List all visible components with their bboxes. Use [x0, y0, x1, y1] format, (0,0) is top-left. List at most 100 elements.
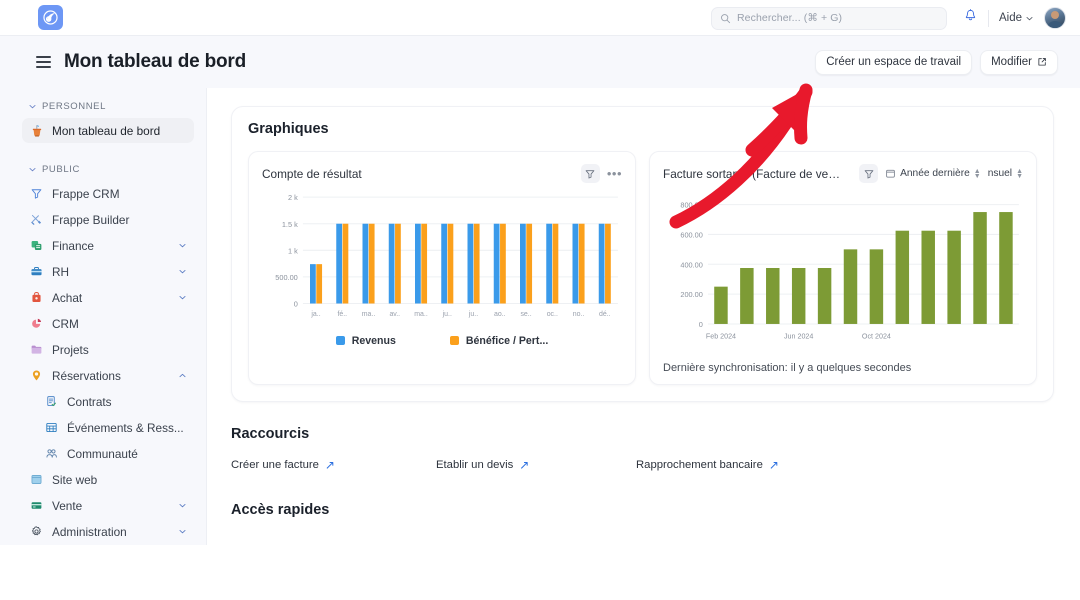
sidebar-item-label: Contrats: [67, 395, 187, 409]
shortcut-label: Rapprochement bancaire: [636, 459, 763, 471]
sidebar-item-label: Événements & Ress...: [67, 421, 187, 435]
sidebar-item-label: Frappe CRM: [52, 187, 187, 201]
sidebar-item-frappe-crm[interactable]: Frappe CRM: [22, 181, 194, 206]
sidebar-section-public[interactable]: PUBLIC: [22, 157, 194, 181]
sidebar-item-label: Projets: [52, 343, 187, 357]
chevron-down-icon[interactable]: [178, 527, 187, 536]
pie-chart-icon: [29, 316, 44, 331]
funnel-icon[interactable]: [859, 164, 878, 183]
svg-text:dé..: dé..: [599, 311, 611, 318]
sidebar-item-label: Réservations: [52, 369, 170, 383]
svg-text:2 k: 2 k: [288, 193, 298, 202]
last-sync-text: Dernière synchronisation: il y a quelque…: [663, 362, 1023, 374]
chevron-down-icon: [28, 165, 37, 174]
chevron-up-icon[interactable]: [178, 371, 187, 380]
svg-text:ja..: ja..: [310, 311, 320, 318]
funnel-icon: [29, 186, 44, 201]
sidebar-item-crm[interactable]: CRM: [22, 311, 194, 336]
svg-text:ju..: ju..: [468, 311, 478, 318]
create-workspace-label: Créer un espace de travail: [826, 56, 961, 68]
finance-icon: [29, 238, 44, 253]
shortcut-creer-une-facture[interactable]: Créer une facture ↗: [231, 458, 436, 472]
ellipsis-icon[interactable]: •••: [607, 167, 622, 180]
legend-swatch: [336, 336, 345, 345]
sidebar-item-communaute[interactable]: Communauté: [22, 441, 194, 466]
sidebar-item-mon-tableau-de-bord[interactable]: Mon tableau de bord: [22, 118, 194, 143]
svg-text:Jun 2024: Jun 2024: [784, 332, 813, 340]
interval-selector[interactable]: nsuel ▲▼: [988, 168, 1023, 179]
charts-card: Graphiques Compte de résultat: [231, 106, 1054, 402]
chevron-down-icon[interactable]: [178, 501, 187, 510]
chart-legend: Revenus Bénéfice / Pert...: [262, 335, 622, 347]
shortcut-etablir-un-devis[interactable]: Etablir un devis ↗: [436, 458, 636, 472]
sidebar-section-personnel[interactable]: PERSONNEL: [22, 94, 194, 118]
calendar-icon: [885, 168, 896, 179]
legend-swatch: [450, 336, 459, 345]
sidebar-item-rh[interactable]: RH: [22, 259, 194, 284]
chart-header: Compte de résultat •••: [262, 164, 622, 183]
gear-icon: [29, 524, 44, 539]
edit-square-icon: [1037, 57, 1047, 67]
chevron-down-icon[interactable]: [178, 293, 187, 302]
chart-plot-area: 0200.00400.00600.00800.00Feb 2024Jun 202…: [663, 191, 1023, 351]
sidebar-item-label: Mon tableau de bord: [52, 124, 187, 138]
document-check-icon: [44, 394, 59, 409]
outgoing-invoice-bar-chart: 0200.00400.00600.00800.00Feb 2024Jun 202…: [663, 191, 1023, 346]
chart-tools: Année dernière ▲▼ nsuel ▲▼: [859, 164, 1023, 183]
shortcut-rapprochement-bancaire[interactable]: Rapprochement bancaire ↗: [636, 458, 779, 472]
sidebar-item-achat[interactable]: Achat: [22, 285, 194, 310]
help-menu[interactable]: Aide: [999, 12, 1034, 24]
bell-icon[interactable]: [963, 8, 978, 28]
sidebar-item-reservations[interactable]: Réservations: [22, 363, 194, 388]
sidebar-spacer: [22, 144, 194, 157]
legend-item-revenus[interactable]: Revenus: [336, 335, 396, 347]
search-icon: [720, 13, 731, 24]
quick-access-section: Accès rapides: [231, 502, 1054, 518]
svg-text:1 k: 1 k: [288, 246, 298, 255]
search-input[interactable]: Rechercher... (⌘ + G): [711, 7, 947, 30]
sidebar-item-projets[interactable]: Projets: [22, 337, 194, 362]
create-workspace-button[interactable]: Créer un espace de travail: [815, 50, 972, 75]
sidebar-item-vente[interactable]: Vente: [22, 493, 194, 518]
svg-text:se..: se..: [520, 311, 531, 318]
topbar-right-cluster: Rechercher... (⌘ + G) Aide: [711, 0, 1066, 36]
sidebar-item-contrats[interactable]: Contrats: [22, 389, 194, 414]
app-logo-icon[interactable]: [38, 5, 63, 30]
chevron-down-icon[interactable]: [178, 267, 187, 276]
sidebar-item-administration[interactable]: Administration: [22, 519, 194, 544]
sidebar-item-label: CRM: [52, 317, 187, 331]
svg-text:Oct 2024: Oct 2024: [862, 332, 891, 340]
shortcuts-heading: Raccourcis: [231, 426, 1054, 442]
chevron-down-icon[interactable]: [178, 241, 187, 250]
sidebar-section-label: PUBLIC: [42, 164, 80, 175]
sidebar-item-label: Vente: [52, 499, 170, 513]
sidebar-item-finance[interactable]: Finance: [22, 233, 194, 258]
funnel-icon[interactable]: [581, 164, 600, 183]
briefcase-icon: [29, 264, 44, 279]
svg-text:av..: av..: [389, 311, 400, 318]
edit-button[interactable]: Modifier: [980, 50, 1058, 75]
stepper-icon: ▲▼: [974, 169, 981, 179]
main-content: Graphiques Compte de résultat: [207, 88, 1080, 545]
avatar[interactable]: [1044, 7, 1066, 29]
sidebar-item-label: Site web: [52, 473, 187, 487]
search-placeholder: Rechercher... (⌘ + G): [737, 12, 842, 24]
chart-card-facture-sortante: Facture sortante (Facture de vente): [649, 151, 1037, 385]
svg-text:500.00: 500.00: [275, 273, 298, 282]
period-selector[interactable]: Année dernière ▲▼: [885, 168, 981, 179]
shortcuts-list: Créer une facture ↗ Etablir un devis ↗ R…: [231, 458, 1054, 472]
charts-row: Compte de résultat •••: [248, 151, 1037, 385]
svg-text:600.00: 600.00: [680, 231, 703, 240]
sidebar-item-site-web[interactable]: Site web: [22, 467, 194, 492]
svg-text:1.5 k: 1.5 k: [282, 220, 298, 229]
sidebar-item-label: RH: [52, 265, 170, 279]
sidebar-item-frappe-builder[interactable]: Frappe Builder: [22, 207, 194, 232]
legend-item-benefice-perte[interactable]: Bénéfice / Pert...: [450, 335, 548, 347]
sidebar-item-evenements-ressources[interactable]: Événements & Ress...: [22, 415, 194, 440]
svg-text:ma..: ma..: [362, 311, 376, 318]
sidebar-item-label: Communauté: [67, 447, 187, 461]
svg-text:fé..: fé..: [337, 311, 347, 318]
income-statement-bar-chart: 0500.001 k1.5 k2 kja..fé..ma..av..ma..ju…: [262, 191, 622, 324]
hamburger-menu-icon[interactable]: [36, 56, 51, 68]
charts-heading: Graphiques: [248, 121, 1037, 137]
